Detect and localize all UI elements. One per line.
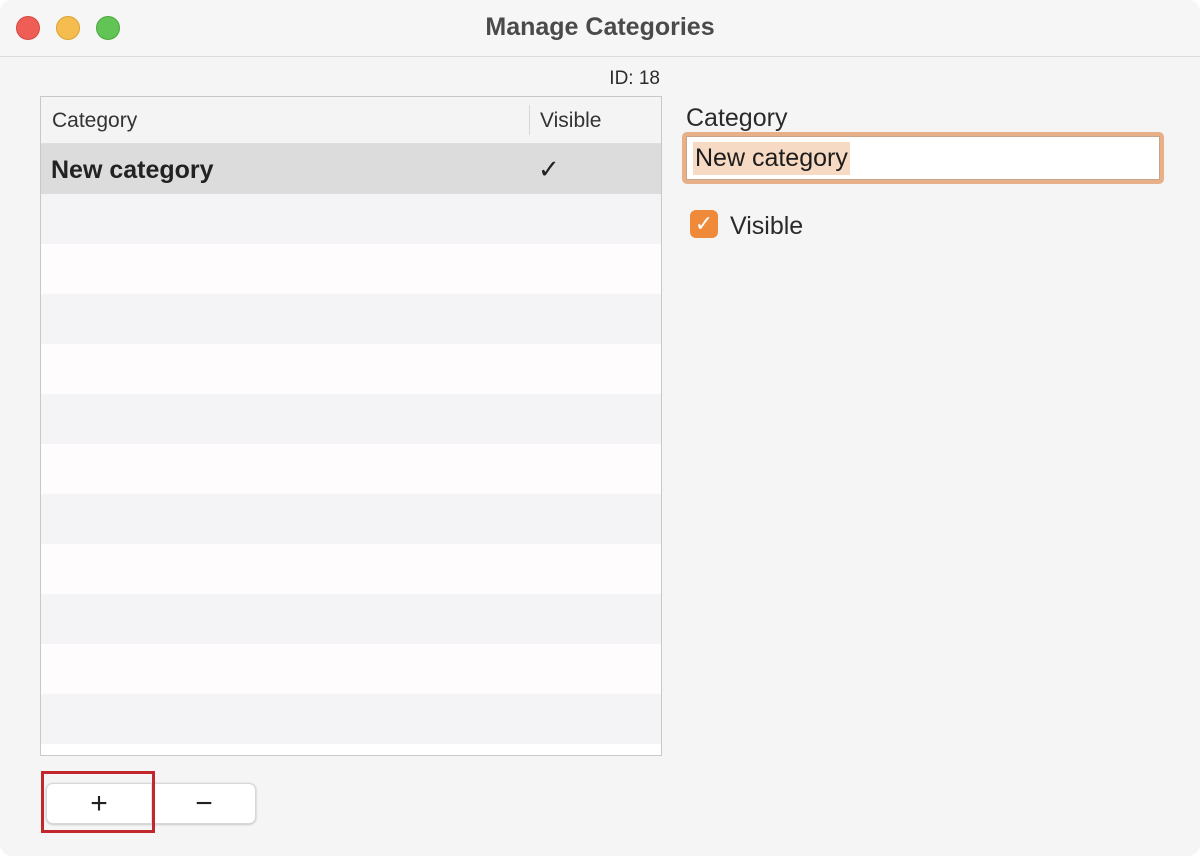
column-header-visible[interactable]: Visible [540, 109, 601, 133]
column-header-category[interactable]: Category [52, 109, 137, 133]
visible-checkbox[interactable]: ✓ [690, 210, 718, 238]
empty-table-row [41, 344, 661, 394]
category-name-cell: New category [51, 156, 214, 184]
window-title: Manage Categories [485, 13, 715, 41]
empty-table-row [41, 294, 661, 344]
categories-table[interactable]: Category Visible New category ✓ [40, 96, 662, 756]
category-name-value: New category [693, 141, 850, 175]
empty-table-row [41, 444, 661, 494]
empty-table-row [41, 194, 661, 244]
table-row[interactable]: New category ✓ [41, 144, 661, 194]
empty-table-row [41, 644, 661, 694]
category-field-label: Category [686, 104, 788, 132]
id-label: ID: 18 [609, 68, 660, 89]
visible-checkbox-label[interactable]: Visible [730, 212, 803, 241]
remove-category-button[interactable]: − [151, 784, 256, 823]
category-name-field[interactable]: New category [686, 136, 1160, 180]
table-rows: New category ✓ [41, 144, 661, 744]
category-field-focus-ring: New category [682, 132, 1164, 184]
empty-table-row [41, 394, 661, 444]
empty-table-row [41, 694, 661, 744]
table-header: Category Visible [41, 97, 661, 144]
title-bar: Manage Categories [0, 0, 1200, 57]
manage-categories-window: Manage Categories ID: 18 Category Visibl… [0, 0, 1200, 856]
checkmark-icon: ✓ [694, 211, 714, 236]
empty-table-row [41, 594, 661, 644]
empty-table-row [41, 544, 661, 594]
column-divider[interactable] [529, 105, 530, 135]
empty-table-row [41, 244, 661, 294]
add-category-button[interactable]: + [47, 784, 151, 823]
empty-table-row [41, 494, 661, 544]
add-remove-segmented-control: + − [46, 783, 256, 824]
visible-checkmark-icon: ✓ [538, 154, 560, 184]
